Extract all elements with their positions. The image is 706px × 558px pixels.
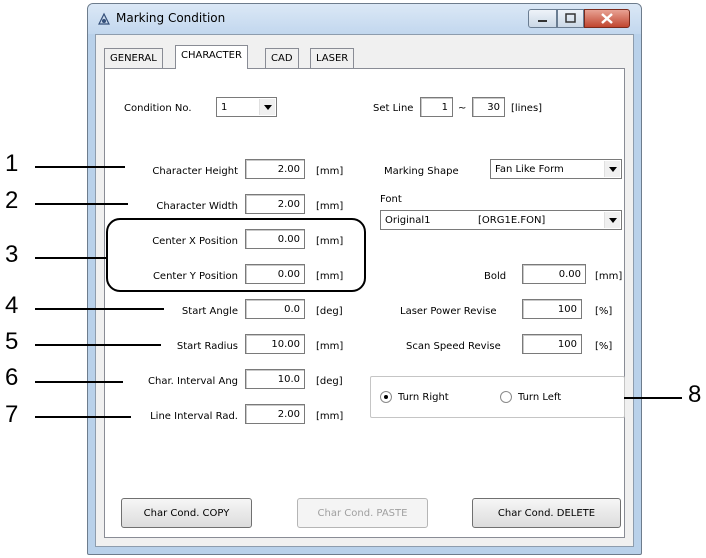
start-angle-input[interactable]: 0.0 [245,299,305,319]
character-height-unit: [mm] [316,166,344,177]
app-icon [98,12,110,25]
start-radius-input[interactable]: 10.00 [245,334,305,354]
start-radius-unit: [mm] [316,341,344,352]
character-width-label: Character Width [156,201,238,212]
callout-4: 4 [5,292,19,319]
marking-shape-value: Fan Like Form [495,164,564,175]
turn-right-radio[interactable] [380,391,392,403]
title-bar: Marking Condition [88,4,641,34]
bold-unit: [mm] [595,271,623,282]
callout-line-3 [35,257,107,259]
minimize-icon [538,20,547,22]
char-cond-delete-button[interactable]: Char Cond. DELETE [472,498,621,528]
callout-8: 8 [688,381,702,408]
char-cond-paste-button[interactable]: Char Cond. PASTE [297,498,428,528]
font-label: Font [380,194,402,205]
marking-shape-label: Marking Shape [384,166,459,177]
marking-shape-select[interactable]: Fan Like Form [490,159,622,179]
callout-line-6 [35,381,123,383]
bold-label: Bold [484,271,507,282]
bold-input[interactable]: 0.00 [522,264,586,284]
close-button[interactable] [584,9,630,28]
chevron-down-icon [259,99,275,115]
set-line-unit: [lines] [511,103,543,114]
char-interval-ang-input[interactable]: 10.0 [245,369,305,389]
callout-5: 5 [5,328,19,355]
char-cond-copy-button[interactable]: Char Cond. COPY [121,498,252,528]
callout-7: 7 [5,401,19,428]
scan-speed-input[interactable]: 100 [522,334,582,354]
start-radius-label: Start Radius [176,341,238,352]
callout-line-4 [35,308,164,310]
character-width-input[interactable]: 2.00 [245,194,305,214]
callout-6: 6 [5,364,19,391]
scan-speed-unit: [%] [595,341,613,352]
character-width-unit: [mm] [316,201,344,212]
turn-left-radio[interactable] [500,391,512,403]
line-interval-rad-unit: [mm] [316,411,344,422]
character-height-input[interactable]: 2.00 [245,159,305,179]
font-name-value: Original1 [385,215,431,226]
condition-no-label: Condition No. [124,103,192,114]
center-position-bracket [106,218,366,292]
minimize-button[interactable] [528,9,557,28]
chevron-down-icon [604,212,620,228]
laser-power-input[interactable]: 100 [522,299,582,319]
callout-line-8 [624,397,682,399]
close-icon [601,13,613,24]
line-interval-rad-input[interactable]: 2.00 [245,404,305,424]
turn-left-label: Turn Left [518,392,562,403]
start-angle-unit: [deg] [316,306,343,317]
set-line-label: Set Line [373,103,414,114]
callout-line-2 [35,203,128,205]
callout-2: 2 [5,187,19,214]
chevron-down-icon [604,161,620,177]
callout-line-1 [35,166,125,168]
scan-speed-label: Scan Speed Revise [406,341,501,352]
set-line-to-input[interactable]: 30 [472,97,505,117]
set-line-separator: ~ [458,103,467,114]
window-title: Marking Condition [116,11,226,25]
condition-no-select[interactable]: 1 [216,97,277,117]
font-select[interactable]: Original1 [ORG1E.FON] [380,210,622,230]
char-interval-ang-label: Char. Interval Ang [148,376,238,387]
tab-cad[interactable]: CAD [265,48,299,68]
maximize-icon [565,13,576,23]
maximize-button[interactable] [557,9,584,28]
callout-line-5 [35,344,161,346]
laser-power-label: Laser Power Revise [400,306,497,317]
tab-laser[interactable]: LASER [310,48,355,68]
laser-power-unit: [%] [595,306,613,317]
set-line-from-input[interactable]: 1 [420,97,453,117]
tab-character[interactable]: CHARACTER [175,45,248,69]
turn-right-label: Turn Right [398,392,449,403]
callout-1: 1 [5,150,19,177]
callout-3: 3 [5,241,19,268]
tab-general[interactable]: GENERAL [104,48,163,68]
callout-line-7 [35,416,131,418]
character-height-label: Character Height [152,166,238,177]
font-file-value: [ORG1E.FON] [478,215,546,226]
char-interval-ang-unit: [deg] [316,376,343,387]
direction-group: Turn Right Turn Left [370,376,625,418]
condition-no-value: 1 [221,102,228,113]
